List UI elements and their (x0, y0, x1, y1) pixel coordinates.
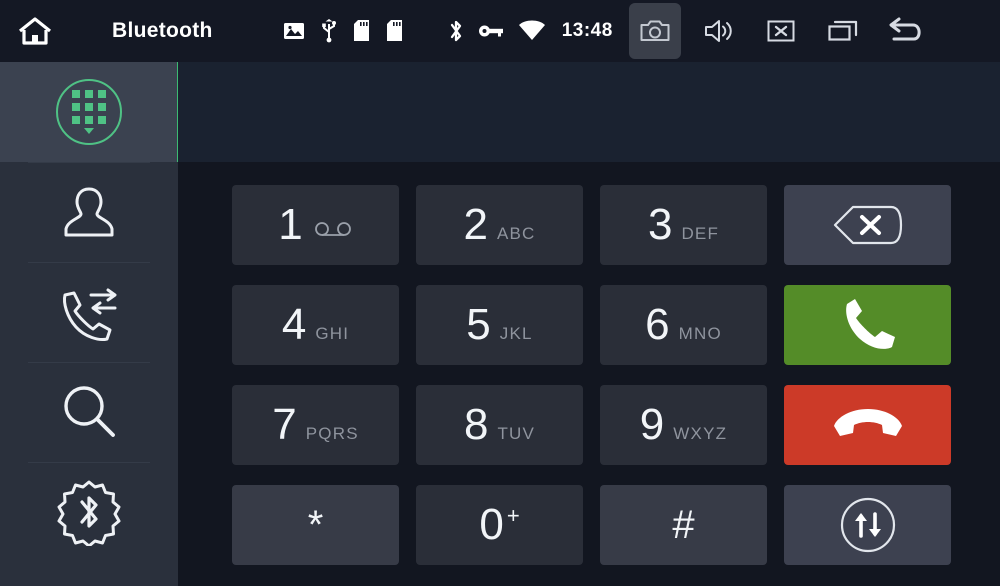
close-button[interactable] (757, 0, 805, 62)
key-digit: 6 (645, 300, 670, 349)
recent-apps-button[interactable] (819, 0, 867, 62)
key-2[interactable]: 2 ABC (416, 185, 583, 265)
camera-button[interactable] (628, 3, 681, 59)
status-bar: Bluetooth 13:48 (0, 0, 1000, 62)
audio-transfer-icon (839, 496, 897, 554)
bluetooth-settings-icon (55, 478, 123, 546)
key-digit: * (307, 503, 324, 547)
sidebar-item-bt-settings[interactable] (0, 462, 178, 562)
hangup-button[interactable] (784, 385, 951, 465)
key-hash[interactable]: # (600, 485, 767, 565)
dialpad-icon (56, 79, 122, 145)
key-letters: PQRS (305, 424, 359, 443)
close-icon (767, 19, 795, 43)
vpn-key-icon (478, 22, 504, 40)
key-plus: + (506, 503, 520, 528)
key-digit: 2 (463, 200, 488, 249)
key-0[interactable]: 0 + (416, 485, 583, 565)
key-letters: WXYZ (673, 424, 728, 443)
sidebar-item-call-log[interactable] (0, 262, 178, 362)
call-icon (838, 296, 898, 354)
main-panel: 1 2 ABC 3 DEF 4 GHI 5 JKL 6 MNO 7 PQRS 8… (178, 62, 1000, 586)
key-4[interactable]: 4 GHI (232, 285, 399, 365)
key-letters: ABC (496, 224, 536, 243)
dialpad-keys: 1 2 ABC 3 DEF 4 GHI 5 JKL 6 MNO 7 PQRS 8… (232, 185, 966, 575)
search-icon (56, 379, 122, 445)
home-icon (18, 16, 52, 46)
sdcard2-icon (386, 20, 403, 42)
sidebar-item-dialpad[interactable] (0, 62, 182, 162)
dialpad-caret (84, 128, 94, 134)
sidebar (0, 62, 182, 586)
key-7[interactable]: 7 PQRS (232, 385, 399, 465)
wifi-icon (518, 20, 546, 42)
volume-button[interactable] (695, 0, 743, 62)
status-clock: 13:48 (561, 20, 613, 41)
dialpad-dot-grid (72, 90, 106, 124)
key-digit: 9 (639, 400, 665, 449)
status-left-icons (283, 19, 403, 43)
key-letters: DEF (681, 224, 720, 243)
key-5[interactable]: 5 JKL (416, 285, 583, 365)
home-button[interactable] (0, 16, 70, 46)
volume-icon (704, 18, 734, 44)
key-star[interactable]: * (232, 485, 399, 565)
bluetooth-dialer-screen: Bluetooth 13:48 1 2 ABC 3 DEF 4 GHI 5 JK… (0, 0, 1000, 586)
key-digit: 8 (463, 400, 489, 449)
backspace-button[interactable] (784, 185, 951, 265)
key-digit: 4 (281, 300, 307, 349)
key-letters: GHI (315, 324, 350, 343)
key-9[interactable]: 9 WXYZ (600, 385, 767, 465)
audio-transfer-button[interactable] (784, 485, 951, 565)
key-letters: JKL (499, 324, 533, 343)
sidebar-item-search[interactable] (0, 362, 178, 462)
key-letters: TUV (497, 424, 536, 443)
status-right-icons (448, 18, 546, 44)
contacts-icon (56, 179, 122, 245)
key-letters: MNO (678, 324, 722, 343)
key-digit: 0 (479, 500, 504, 549)
back-icon (884, 17, 926, 45)
hangup-icon (831, 403, 905, 447)
key-3[interactable]: 3 DEF (600, 185, 767, 265)
number-display[interactable] (178, 62, 1000, 162)
sidebar-item-contacts[interactable] (0, 162, 178, 262)
key-digit: 1 (278, 200, 303, 249)
key-6[interactable]: 6 MNO (600, 285, 767, 365)
key-8[interactable]: 8 TUV (416, 385, 583, 465)
backspace-icon (831, 204, 905, 246)
gallery-icon (283, 21, 305, 41)
back-button[interactable] (881, 0, 929, 62)
usb-icon (321, 19, 337, 43)
call-button[interactable] (784, 285, 951, 365)
sdcard-icon (353, 20, 370, 42)
key-digit: # (672, 503, 695, 547)
camera-icon (640, 19, 670, 43)
key-digit: 7 (272, 400, 297, 449)
key-digit: 5 (466, 300, 491, 349)
recent-apps-icon (828, 19, 858, 43)
page-title: Bluetooth (112, 19, 213, 42)
key-digit: 3 (647, 200, 673, 249)
bluetooth-icon (448, 18, 464, 44)
voicemail-icon (313, 221, 353, 237)
call-history-icon (53, 279, 125, 345)
key-1[interactable]: 1 (232, 185, 399, 265)
